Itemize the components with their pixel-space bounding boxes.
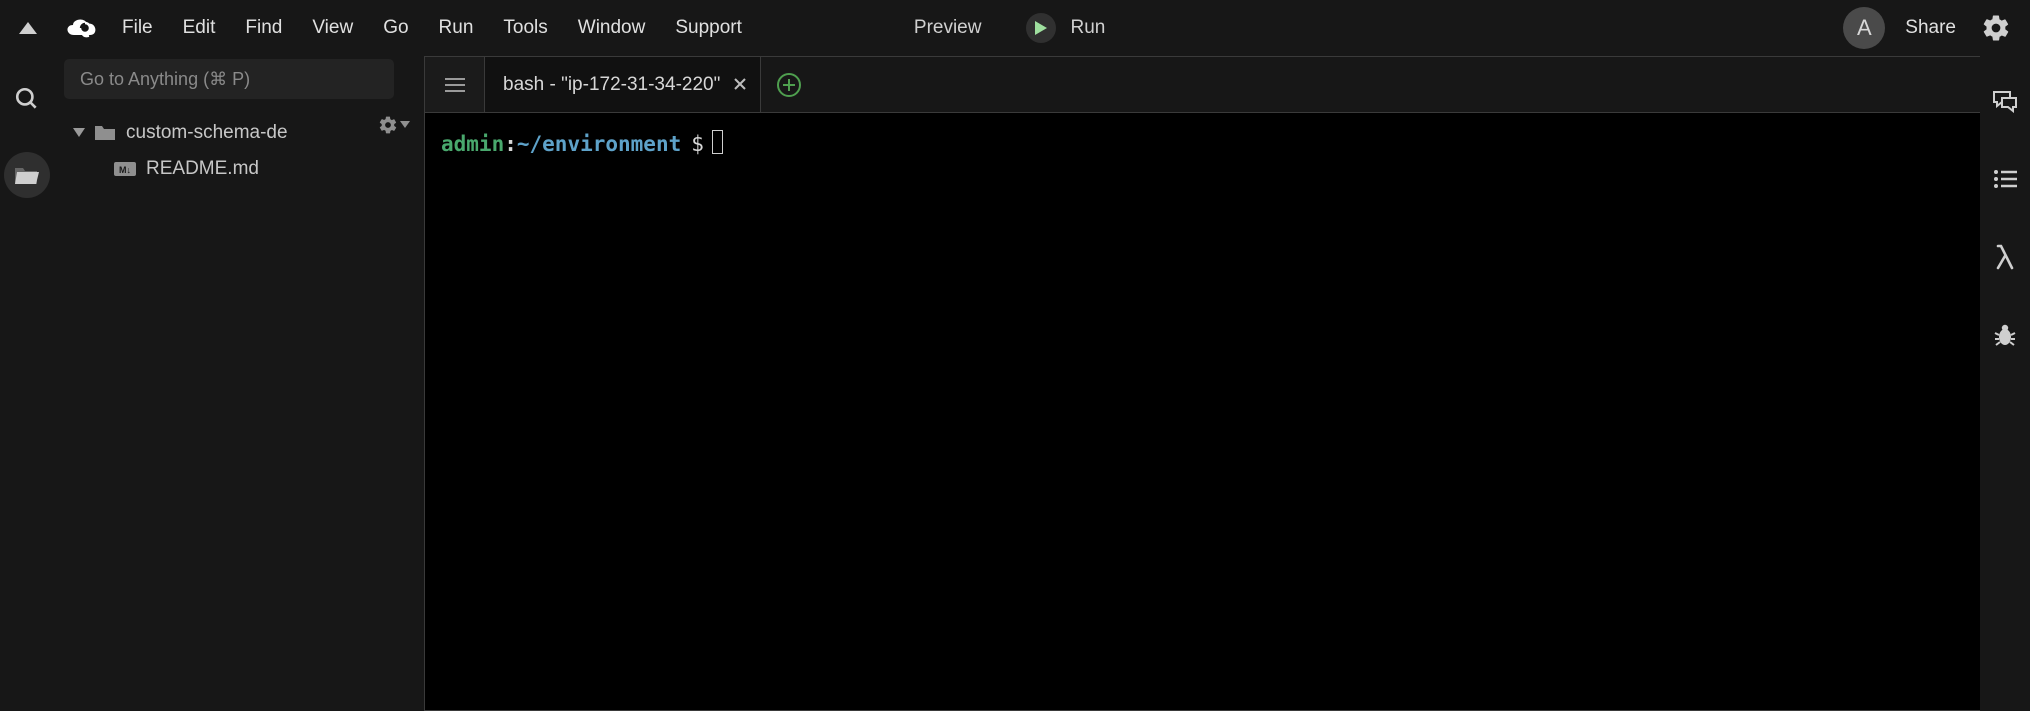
run-label: Run [1070,17,1105,39]
terminal-line: admin:~/environment $ [441,127,723,696]
file-tree: custom-schema-de M↓ README.md [54,105,424,187]
run-button[interactable]: Run [1026,13,1105,43]
play-icon [1035,21,1047,35]
bug-icon [1993,323,2017,347]
tree-file-label: README.md [146,158,259,180]
tab-label: bash - "ip-172-31-34-220" [503,74,720,96]
sidebar: custom-schema-de M↓ README.md [54,56,424,711]
chevron-down-icon [400,121,410,129]
go-to-anything-row [54,56,424,105]
avatar-initial: A [1857,15,1872,41]
menu-run[interactable]: Run [437,13,476,43]
tree-root-folder[interactable]: custom-schema-de [54,115,424,151]
new-tab-button[interactable] [761,57,817,112]
run-circle [1026,13,1056,43]
markdown-icon: M↓ [114,162,136,176]
folder-icon [94,124,116,142]
menu-items: File Edit Find View Go Run Tools Window … [120,13,744,43]
tree-root-label: custom-schema-de [126,122,288,144]
plus-circle-icon [776,72,802,98]
menu-edit[interactable]: Edit [181,13,218,43]
tab-close-button[interactable] [734,74,746,95]
gear-icon [378,115,398,135]
gear-icon [1981,13,2011,43]
terminal-cursor [712,130,723,154]
outline-panel-button[interactable] [1990,164,2020,194]
terminal-user: admin [441,132,504,156]
search-panel-button[interactable] [4,76,50,122]
tree-file-readme[interactable]: M↓ README.md [54,151,424,187]
folder-open-icon [14,164,40,186]
top-menu-bar: File Edit Find View Go Run Tools Window … [0,0,2030,56]
lambda-icon [1994,244,2016,270]
top-right-group: A Share [1843,7,2024,49]
settings-button[interactable] [1976,8,2016,48]
menu-tools[interactable]: Tools [501,13,549,43]
collapse-menu-button[interactable] [14,14,42,42]
editor-area: bash - "ip-172-31-34-220" admin:~/enviro… [424,56,1980,711]
cloud9-logo[interactable] [62,8,102,48]
menu-view[interactable]: View [310,13,355,43]
terminal-prompt: $ [691,132,704,156]
lambda-panel-button[interactable] [1990,242,2020,272]
left-gutter [0,56,54,711]
preview-button[interactable]: Preview [914,17,982,39]
chevron-down-icon [70,128,88,138]
file-tree-panel-button[interactable] [4,152,50,198]
terminal[interactable]: admin:~/environment $ [425,113,1980,710]
svg-text:M↓: M↓ [119,165,131,175]
avatar[interactable]: A [1843,7,1885,49]
terminal-path: ~/environment [517,132,681,156]
tabs-row: bash - "ip-172-31-34-220" [425,57,1980,113]
hamburger-icon [445,78,465,92]
share-button[interactable]: Share [1903,13,1958,43]
cloud9-logo-icon [63,15,101,41]
chat-icon [1992,89,2018,113]
tabs-menu-button[interactable] [425,57,485,112]
menu-file[interactable]: File [120,13,155,43]
menu-find[interactable]: Find [243,13,284,43]
collaborate-panel-button[interactable] [1990,86,2020,116]
search-icon [14,86,40,112]
terminal-colon: : [504,132,517,156]
debugger-panel-button[interactable] [1990,320,2020,350]
right-gutter [1980,56,2030,711]
body-row: custom-schema-de M↓ README.md bash - "ip… [0,56,2030,711]
tab-terminal[interactable]: bash - "ip-172-31-34-220" [485,57,761,112]
menu-window[interactable]: Window [576,13,648,43]
menu-support[interactable]: Support [673,13,744,43]
triangle-up-icon [19,22,37,34]
menu-go[interactable]: Go [381,13,410,43]
tree-settings-button[interactable] [378,115,410,135]
go-to-anything-input[interactable] [64,59,394,99]
close-icon [734,78,746,90]
list-icon [1993,169,2017,189]
top-center-actions: Preview Run [914,13,1105,43]
